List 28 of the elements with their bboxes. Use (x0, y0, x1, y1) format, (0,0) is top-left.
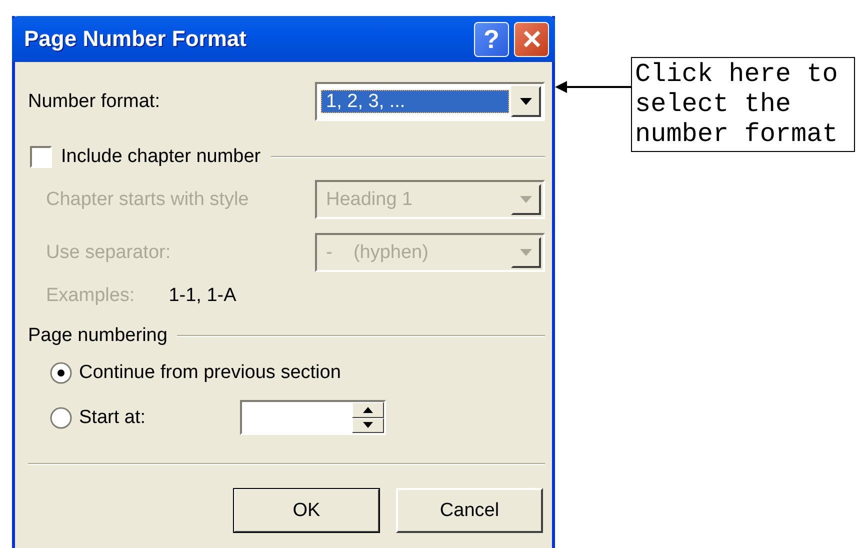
dropdown[interactable]: 1, 2, 3, ... (315, 82, 545, 121)
checkbox[interactable] (30, 146, 52, 168)
spin-down-button[interactable] (352, 418, 384, 433)
spin-field[interactable] (240, 400, 386, 435)
dropdown-arrow-icon (520, 196, 532, 203)
radio-button[interactable] (50, 362, 72, 384)
down-arrow-icon (363, 422, 373, 428)
radio-label[interactable]: Continue from previous section (79, 362, 341, 384)
dialog-button[interactable]: OK (233, 488, 380, 533)
dropdown-arrow-icon (520, 249, 532, 256)
close-icon (522, 29, 542, 49)
dropdown-arrow-icon (520, 98, 532, 105)
checkbox-label[interactable]: Include chapter number (61, 146, 261, 168)
dialog-button[interactable]: Cancel (396, 488, 543, 533)
field-label: Chapter starts with style (46, 188, 249, 210)
callout-note: Click here to select the number format (631, 57, 855, 152)
radio-button[interactable] (50, 406, 72, 428)
examples-value: 1-1, 1-A (168, 285, 236, 307)
help-button[interactable]: ? (474, 22, 509, 56)
close-button[interactable] (514, 22, 549, 56)
examples-label: Examples: (46, 285, 135, 307)
field-label: Use separator: (46, 242, 171, 264)
spin-up-button[interactable] (352, 402, 384, 418)
group-label: Page numbering (28, 325, 168, 347)
field-label: Number format: (28, 90, 160, 112)
up-arrow-icon (363, 406, 373, 413)
radio-label[interactable]: Start at: (79, 406, 146, 428)
window-title: Page Number Format (24, 26, 248, 52)
